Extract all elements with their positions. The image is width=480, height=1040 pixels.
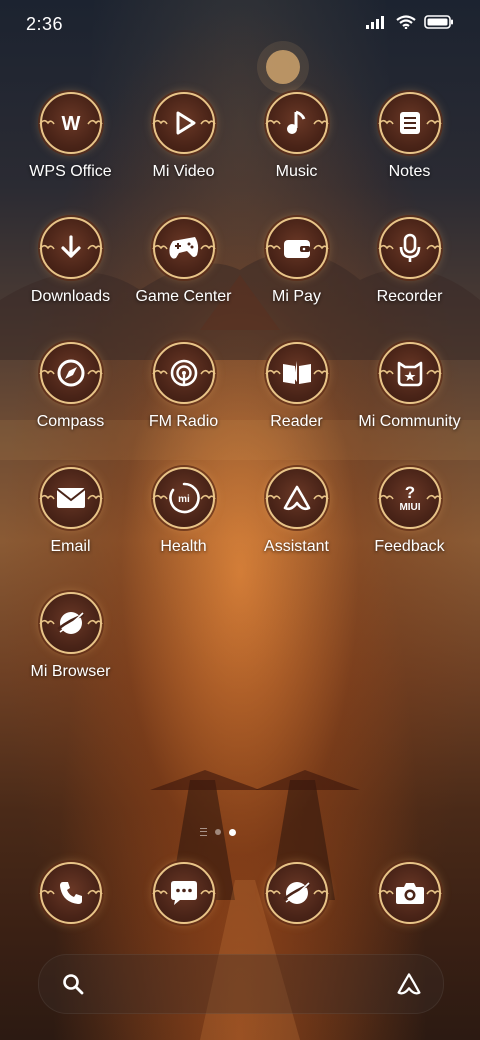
dock	[0, 862, 480, 932]
radio-icon[interactable]	[151, 342, 216, 404]
app-label: Feedback	[374, 538, 445, 555]
dock-messages[interactable]	[127, 862, 240, 932]
feedback-glyph: ? MIUI	[399, 483, 420, 513]
notes-glyph	[399, 112, 420, 134]
app-label: Mi Community	[358, 413, 461, 430]
assistant-icon[interactable]	[395, 971, 423, 997]
app-label: Mi Pay	[272, 288, 321, 305]
app-mi-community[interactable]: Mi Community	[353, 342, 466, 452]
compass-glyph	[57, 359, 84, 387]
app-label: WPS Office	[29, 163, 112, 180]
phone-glyph	[59, 882, 82, 904]
app-music[interactable]: Music	[240, 92, 353, 202]
dock-browser[interactable]	[240, 862, 353, 932]
app-label: Game Center	[135, 288, 232, 305]
app-label: Health	[160, 538, 207, 555]
page-indicator	[200, 828, 236, 836]
signal-icon	[366, 16, 384, 29]
book-glyph	[282, 361, 311, 384]
status-bar: 2:36	[0, 0, 480, 50]
app-label: Compass	[36, 413, 105, 430]
radio-glyph	[170, 359, 197, 387]
page-dot-2-active[interactable]	[229, 828, 236, 836]
feedback-miui-icon[interactable]: ? MIUI	[377, 467, 442, 529]
download-glyph	[60, 235, 81, 258]
app-mi-browser[interactable]: Mi Browser	[14, 592, 127, 702]
play-icon[interactable]	[151, 92, 216, 154]
notes-icon[interactable]	[377, 92, 442, 154]
app-label: Reader	[270, 413, 323, 430]
gamepad-glyph	[168, 237, 198, 259]
browser-icon[interactable]	[38, 592, 103, 654]
status-time: 2:36	[26, 14, 64, 34]
app-label: Recorder	[376, 288, 443, 305]
search-icon[interactable]	[61, 972, 85, 996]
compass-icon[interactable]	[38, 342, 103, 404]
app-assistant[interactable]: Assistant	[240, 467, 353, 577]
health-mi-text: mi	[178, 494, 190, 505]
app-fm-radio[interactable]: FM Radio	[127, 342, 240, 452]
app-downloads[interactable]: Downloads	[14, 217, 127, 327]
wallet-icon[interactable]	[264, 217, 329, 279]
app-label: Assistant	[264, 538, 329, 555]
app-email[interactable]: Email	[14, 467, 127, 577]
wps-letter: W	[61, 113, 80, 135]
app-game-center[interactable]: Game Center	[127, 217, 240, 327]
phone-icon[interactable]	[38, 862, 103, 924]
browser-glyph	[56, 612, 84, 634]
messages-icon[interactable]	[151, 862, 216, 924]
app-label: Music	[275, 163, 318, 180]
wps-office-icon[interactable]: W	[38, 92, 103, 154]
app-notes[interactable]: Notes	[353, 92, 466, 202]
app-recorder[interactable]: Recorder	[353, 217, 466, 327]
app-reader[interactable]: Reader	[240, 342, 353, 452]
wallet-glyph	[283, 240, 310, 258]
download-arrow-icon[interactable]	[38, 217, 103, 279]
community-icon[interactable]	[377, 342, 442, 404]
mic-glyph	[399, 233, 420, 262]
app-mi-pay[interactable]: Mi Pay	[240, 217, 353, 327]
app-feedback[interactable]: ? MIUI Feedback	[353, 467, 466, 577]
app-compass[interactable]: Compass	[14, 342, 127, 452]
app-wps-office[interactable]: W WPS Office	[14, 92, 127, 202]
microphone-icon[interactable]	[377, 217, 442, 279]
wps-glyph: W	[61, 113, 80, 135]
browser-glyph	[282, 882, 310, 904]
browser-icon[interactable]	[264, 862, 329, 924]
battery-icon	[424, 15, 453, 29]
app-health[interactable]: mi Health	[127, 467, 240, 577]
app-label: Email	[50, 538, 91, 555]
envelope-icon[interactable]	[38, 467, 103, 529]
app-label: Mi Video	[152, 163, 215, 180]
health-glyph: mi	[168, 482, 200, 514]
music-glyph	[286, 110, 305, 134]
camera-icon[interactable]	[377, 862, 442, 924]
app-label: Mi Browser	[30, 663, 111, 680]
messages-glyph	[170, 881, 197, 905]
camera-glyph	[395, 883, 424, 904]
assistant-icon[interactable]	[264, 467, 329, 529]
page-dot-1[interactable]	[215, 829, 221, 835]
envelope-glyph	[55, 488, 86, 508]
assistant-glyph	[283, 485, 310, 511]
feedback-miui-text: MIUI	[399, 502, 420, 513]
search-bar[interactable]	[38, 954, 444, 1014]
app-mi-video[interactable]: Mi Video	[127, 92, 240, 202]
wifi-icon	[396, 15, 416, 29]
app-label: Downloads	[30, 288, 111, 305]
health-ring-icon[interactable]: mi	[151, 467, 216, 529]
page-menu-icon	[200, 828, 207, 836]
app-label: FM Radio	[148, 413, 219, 430]
status-icons	[366, 15, 454, 29]
feedback-question: ?	[404, 483, 414, 502]
app-label: Notes	[388, 163, 431, 180]
dock-camera[interactable]	[353, 862, 466, 932]
book-icon[interactable]	[264, 342, 329, 404]
music-note-icon[interactable]	[264, 92, 329, 154]
gamepad-icon[interactable]	[151, 217, 216, 279]
dock-phone[interactable]	[14, 862, 127, 932]
community-glyph	[397, 361, 422, 387]
play-glyph	[176, 111, 195, 135]
